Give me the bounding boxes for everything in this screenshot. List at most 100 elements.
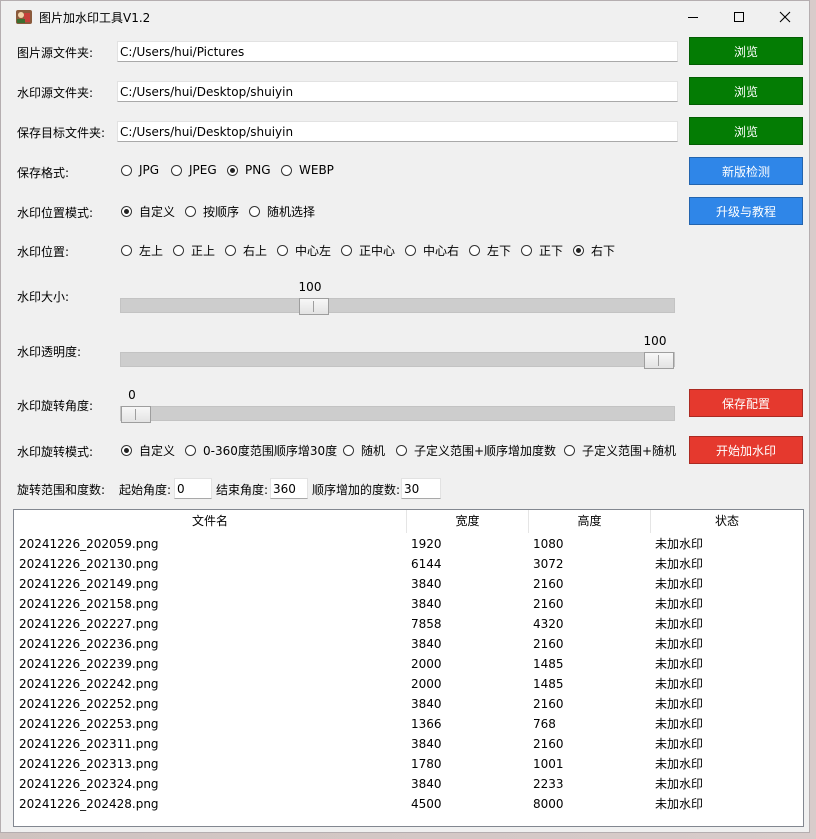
close-button[interactable] <box>762 1 808 32</box>
radio-bottom-center[interactable] <box>521 245 532 256</box>
cell-filename: 20241226_202428.png <box>19 797 159 811</box>
column-header-filename[interactable]: 文件名 <box>14 510 407 533</box>
radio-png[interactable] <box>227 164 238 176</box>
column-header-status[interactable]: 状态 <box>651 510 803 533</box>
radio-sequential[interactable] <box>185 206 196 217</box>
rotation-mode-sequential-30[interactable]: 0-360度范围顺序增30度 <box>185 442 337 459</box>
cell-width: 1366 <box>411 717 442 731</box>
radio-rotation-random[interactable] <box>343 445 354 456</box>
radio-custom[interactable] <box>121 206 132 217</box>
radio-webp[interactable] <box>281 164 292 176</box>
position-option-top-right[interactable]: 右上 <box>225 242 267 259</box>
table-row[interactable]: 20241226_202311.png 3840 2160 未加水印 <box>14 734 803 754</box>
column-header-width[interactable]: 宽度 <box>407 510 529 533</box>
file-table[interactable]: 文件名 宽度 高度 状态 20241226_202059.png 1920 1080… <box>13 509 804 827</box>
cell-width: 3840 <box>411 577 442 591</box>
cell-width: 3840 <box>411 697 442 711</box>
radio-jpeg[interactable] <box>171 164 182 176</box>
rotation-mode-custom[interactable]: 自定义 <box>121 442 175 459</box>
position-option-bottom-right[interactable]: 右下 <box>573 242 615 259</box>
cell-height: 2160 <box>533 697 564 711</box>
cell-height: 2160 <box>533 737 564 751</box>
table-row[interactable]: 20241226_202149.png 3840 2160 未加水印 <box>14 574 803 594</box>
start-angle-input[interactable] <box>174 478 212 499</box>
target-folder-input[interactable] <box>117 121 678 142</box>
cell-filename: 20241226_202158.png <box>19 597 159 611</box>
table-row[interactable]: 20241226_202239.png 2000 1485 未加水印 <box>14 654 803 674</box>
position-mode-label: 水印位置模式: <box>17 206 94 220</box>
opacity-slider-thumb[interactable] <box>644 352 674 369</box>
position-option-top-left[interactable]: 左上 <box>121 242 163 259</box>
radio-rotation-custom[interactable] <box>121 445 132 456</box>
save-format-option-webp[interactable]: WEBP <box>281 163 334 177</box>
table-row[interactable]: 20241226_202130.png 6144 3072 未加水印 <box>14 554 803 574</box>
radio-jpg[interactable] <box>121 164 132 176</box>
rotation-slider[interactable] <box>120 406 675 423</box>
table-row[interactable]: 20241226_202236.png 3840 2160 未加水印 <box>14 634 803 654</box>
table-row[interactable]: 20241226_202242.png 2000 1485 未加水印 <box>14 674 803 694</box>
watermark-folder-input[interactable] <box>117 81 678 102</box>
table-row[interactable]: 20241226_202252.png 3840 2160 未加水印 <box>14 694 803 714</box>
radio-bottom-right[interactable] <box>573 245 584 256</box>
radio-bottom-left[interactable] <box>469 245 480 256</box>
step-angle-input[interactable] <box>401 478 441 499</box>
position-option-top-center[interactable]: 正上 <box>173 242 215 259</box>
table-row[interactable]: 20241226_202324.png 3840 2233 未加水印 <box>14 774 803 794</box>
position-mode-sequential[interactable]: 按顺序 <box>185 203 239 220</box>
radio-top-center[interactable] <box>173 245 184 256</box>
save-config-button[interactable]: 保存配置 <box>689 389 803 417</box>
cell-filename: 20241226_202242.png <box>19 677 159 691</box>
position-mode-custom[interactable]: 自定义 <box>121 203 175 220</box>
position-option-center[interactable]: 正中心 <box>341 242 395 259</box>
rotation-mode-range-sequential[interactable]: 子定义范围+顺序增加度数 <box>396 442 556 459</box>
save-format-option-jpg[interactable]: JPG <box>121 163 159 177</box>
check-update-button[interactable]: 新版检测 <box>689 157 803 185</box>
cell-height: 1485 <box>533 677 564 691</box>
radio-rotation-range-seq[interactable] <box>396 445 407 456</box>
browse-target-button[interactable]: 浏览 <box>689 117 803 145</box>
cell-filename: 20241226_202253.png <box>19 717 159 731</box>
position-option-center-left[interactable]: 中心左 <box>277 242 331 259</box>
table-row[interactable]: 20241226_202428.png 4500 8000 未加水印 <box>14 794 803 814</box>
radio-center-right[interactable] <box>405 245 416 256</box>
save-format-option-png[interactable]: PNG <box>227 163 271 177</box>
position-mode-random[interactable]: 随机选择 <box>249 203 315 220</box>
rotation-mode-random[interactable]: 随机 <box>343 442 385 459</box>
end-angle-input[interactable] <box>270 478 308 499</box>
opacity-slider[interactable] <box>120 352 675 369</box>
browse-watermark-button[interactable]: 浏览 <box>689 77 803 105</box>
position-option-bottom-left[interactable]: 左下 <box>469 242 511 259</box>
cell-status: 未加水印 <box>655 597 704 611</box>
source-folder-input[interactable] <box>117 41 678 62</box>
position-option-center-right[interactable]: 中心右 <box>405 242 459 259</box>
radio-rotation-range-random[interactable] <box>564 445 575 456</box>
radio-rotation-seq30[interactable] <box>185 445 196 456</box>
table-row[interactable]: 20241226_202313.png 1780 1001 未加水印 <box>14 754 803 774</box>
radio-top-left[interactable] <box>121 245 132 256</box>
table-row[interactable]: 20241226_202227.png 7858 4320 未加水印 <box>14 614 803 634</box>
table-row[interactable]: 20241226_202253.png 1366 768 未加水印 <box>14 714 803 734</box>
upgrade-tutorial-button[interactable]: 升级与教程 <box>689 197 803 225</box>
position-option-bottom-center[interactable]: 正下 <box>521 242 563 259</box>
radio-random-position[interactable] <box>249 206 260 217</box>
start-watermark-button[interactable]: 开始加水印 <box>689 436 803 464</box>
radio-top-right[interactable] <box>225 245 236 256</box>
column-header-height[interactable]: 高度 <box>529 510 651 533</box>
maximize-button[interactable] <box>716 1 762 32</box>
size-slider[interactable] <box>120 298 675 315</box>
range-label: 旋转范围和度数: <box>17 483 106 497</box>
cell-height: 2160 <box>533 597 564 611</box>
size-slider-thumb[interactable] <box>299 298 329 315</box>
radio-center[interactable] <box>341 245 352 256</box>
table-row[interactable]: 20241226_202158.png 3840 2160 未加水印 <box>14 594 803 614</box>
step-angle-label: 顺序增加的度数: <box>312 483 401 497</box>
cell-filename: 20241226_202239.png <box>19 657 159 671</box>
radio-center-left[interactable] <box>277 245 288 256</box>
table-row[interactable]: 20241226_202059.png 1920 1080 未加水印 <box>14 534 803 554</box>
minimize-button[interactable] <box>670 1 716 32</box>
rotation-slider-thumb[interactable] <box>121 406 151 423</box>
rotation-mode-range-random[interactable]: 子定义范围+随机 <box>564 442 676 459</box>
watermark-folder-label: 水印源文件夹: <box>17 86 94 100</box>
browse-source-button[interactable]: 浏览 <box>689 37 803 65</box>
save-format-option-jpeg[interactable]: JPEG <box>171 163 217 177</box>
